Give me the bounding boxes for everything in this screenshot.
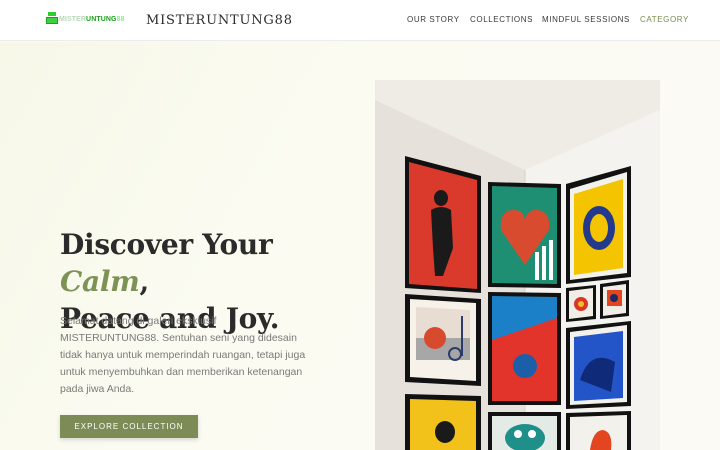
- headline-part2: ,: [139, 265, 150, 298]
- frame-silhouette-red: [405, 156, 481, 293]
- frame-sun-landscape: [405, 294, 481, 386]
- main-nav: OUR STORY COLLECTIONS MINDFUL SESSIONS C…: [0, 15, 720, 27]
- frame-orange-figure: [566, 411, 631, 450]
- site-header: MISTERUNTUNG88 MISTERUNTUNG88 OUR STORY …: [0, 0, 720, 41]
- nav-our-story[interactable]: OUR STORY: [407, 15, 460, 24]
- explore-collection-button[interactable]: EXPLORE COLLECTION: [60, 415, 198, 438]
- frame-small-orange: [600, 280, 629, 319]
- frame-blue-red-circle: [488, 292, 561, 405]
- frame-yellow-figure: [405, 394, 481, 450]
- frame-heart-green: [488, 182, 561, 288]
- headline-part1: Discover Your: [60, 228, 273, 261]
- nav-category[interactable]: CATEGORY: [640, 15, 689, 24]
- frame-yellow-ring: [566, 166, 631, 284]
- gallery-wall-illustration: [375, 80, 660, 450]
- hero-artwork-image: [375, 80, 660, 450]
- frame-blue-abstract: [566, 321, 631, 409]
- frame-teal-face: [488, 412, 561, 450]
- nav-collections[interactable]: COLLECTIONS: [470, 15, 533, 24]
- hero-intro: Selamat datang di galeri eksklusif MISTE…: [60, 315, 306, 395]
- nav-mindful-sessions[interactable]: MINDFUL SESSIONS: [542, 15, 630, 24]
- headline-accent: Calm: [60, 265, 140, 298]
- frame-small-red: [566, 285, 596, 322]
